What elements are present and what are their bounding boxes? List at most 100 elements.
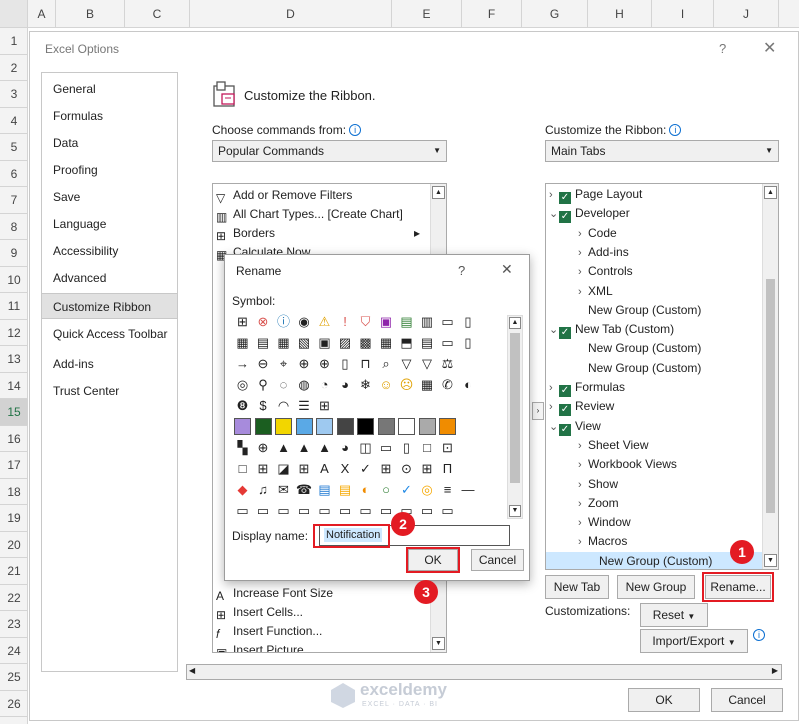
symbol-option[interactable]: ▯ [460,334,477,351]
symbol-option[interactable]: ◎ [234,376,251,393]
symbol-option[interactable]: ▣ [378,313,395,330]
column-header-b[interactable]: B [56,0,125,28]
tree-item[interactable]: › Window [578,513,631,532]
tree-item[interactable]: › ✓ Formulas [549,378,625,397]
expander-icon[interactable]: › [578,514,588,533]
horizontal-scrollbar[interactable]: ◀ ▶ [186,664,782,680]
symbol-option[interactable]: ▭ [439,502,456,519]
nav-item-language[interactable]: Language [42,211,177,237]
tree-item[interactable]: › Controls [578,262,633,281]
tree-item[interactable]: › Sheet View [578,436,649,455]
symbol-option[interactable]: ⓘ [275,313,292,330]
symbol-option[interactable]: ▤ [255,334,272,351]
tree-scrollbar[interactable]: ▲ ▼ [762,184,778,569]
import-export-button[interactable]: Import/Export ▼ [640,629,748,653]
symbol-option[interactable]: ▭ [316,502,333,519]
symbol-option[interactable]: ▭ [255,502,272,519]
expander-icon[interactable]: › [578,456,588,475]
row-header-3[interactable]: 3 [0,81,28,108]
symbol-option[interactable] [357,418,374,435]
symbol-option[interactable]: ⊞ [419,460,436,477]
row-header-23[interactable]: 23 [0,611,28,638]
checkbox[interactable]: ✓ [559,327,571,340]
new-group-button[interactable]: New Group [617,575,695,599]
symbol-option[interactable]: $ [255,397,272,414]
symbol-option[interactable] [254,418,272,435]
symbol-option[interactable]: ✓ [357,460,374,477]
symbol-option[interactable]: ⚖ [439,355,456,372]
symbol-option[interactable]: A [316,460,333,477]
symbol-option[interactable]: ⊞ [234,313,251,330]
symbol-option[interactable]: ▚ [234,439,251,456]
symbol-option[interactable]: ▦ [419,376,436,393]
checkbox[interactable]: ✓ [559,385,571,397]
symbol-option[interactable]: ▤ [337,481,354,498]
symbol-option[interactable]: ◍ [296,376,313,393]
symbol-option[interactable]: ▭ [275,502,292,519]
expander-icon[interactable]: › [578,225,588,244]
symbol-option[interactable]: ☎ [296,481,313,498]
scroll-up-icon[interactable]: ▲ [509,317,521,329]
symbol-option[interactable]: ⊓ [357,355,374,372]
tree-item[interactable]: ⌄ ✓ Developer [549,204,630,224]
symbol-option[interactable]: ⬒ [398,334,415,351]
tree-item[interactable]: › XML [578,282,613,301]
symbol-option[interactable]: ⌖ [275,355,292,372]
symbol-option[interactable]: ⊙ [398,460,415,477]
row-header-6[interactable]: 6 [0,161,28,187]
symbol-option[interactable]: ⊡ [439,439,456,456]
column-header-e[interactable]: E [392,0,462,28]
symbol-option[interactable]: ≡ [439,481,456,498]
move-arrow-button[interactable]: › [532,402,544,420]
scroll-down-icon[interactable]: ▼ [764,554,777,567]
symbol-option[interactable]: ⊕ [316,355,333,372]
expander-icon[interactable]: › [549,379,559,398]
row-header-1[interactable]: 1 [0,28,28,55]
symbol-option[interactable]: ☺ [378,376,395,393]
tree-item[interactable]: › Show [578,475,618,494]
symbol-option[interactable]: ❽ [234,397,251,414]
symbol-option[interactable]: ◕ [337,439,354,456]
expander-icon[interactable]: › [549,186,559,205]
symbol-option[interactable]: ▭ [419,502,436,519]
tree-item[interactable]: › Macros [578,532,627,551]
scroll-up-icon[interactable]: ▲ [432,186,445,199]
tree-item[interactable]: › ✓ Page Layout [549,185,642,204]
symbol-option[interactable] [234,418,251,435]
symbol-option[interactable]: ▤ [316,481,333,498]
symbol-option[interactable]: ⊖ [255,355,272,372]
row-header-12[interactable]: 12 [0,320,28,346]
symbol-option[interactable]: ◎ [419,481,436,498]
expander-icon[interactable]: › [578,263,588,282]
row-header-9[interactable]: 9 [0,240,28,267]
symbol-option[interactable]: ◐ [460,376,477,393]
symbol-option[interactable]: ▽ [419,355,436,372]
row-header-15[interactable]: 15 [0,399,28,426]
symbol-option[interactable]: ▦ [234,334,251,351]
symbol-option[interactable]: ❄ [357,376,374,393]
symbol-option[interactable]: ◠ [275,397,292,414]
row-header-19[interactable]: 19 [0,505,28,532]
nav-item-accessibility[interactable]: Accessibility [42,238,177,264]
column-header-g[interactable]: G [522,0,588,28]
column-header-h[interactable]: H [588,0,652,28]
checkbox[interactable]: ✓ [559,192,571,204]
symbol-option[interactable]: ⊞ [255,460,272,477]
checkbox[interactable]: ✓ [559,211,571,224]
row-header-25[interactable]: 25 [0,664,28,691]
tree-item[interactable]: New Group (Custom) [578,359,701,378]
nav-item-save[interactable]: Save [42,184,177,210]
symbol-option[interactable]: □ [419,439,436,456]
symbol-option[interactable]: ▭ [378,439,395,456]
symbol-option[interactable]: → [234,355,251,372]
expander-icon[interactable]: › [549,398,559,417]
tree-item[interactable]: › Zoom [578,494,619,513]
symbol-option[interactable]: — [460,481,477,498]
symbol-option[interactable]: ▭ [296,502,313,519]
symbol-option[interactable]: ✓ [398,481,415,498]
scroll-right-icon[interactable]: ▶ [772,666,778,675]
symbol-option[interactable]: ▲ [275,439,292,456]
symbol-option[interactable]: ▦ [378,334,395,351]
command-item[interactable]: 𝑓 Insert Function... [216,622,322,641]
scroll-thumb[interactable] [766,279,775,513]
